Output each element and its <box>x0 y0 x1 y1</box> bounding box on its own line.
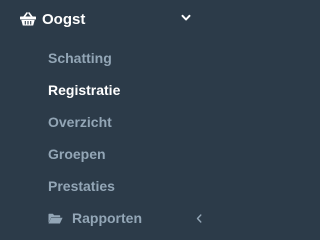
folder-open-icon <box>48 213 63 224</box>
menu-item-label: Registratie <box>48 82 121 98</box>
menu-item-registratie[interactable]: Registratie <box>0 75 212 105</box>
menu-item-label: Schatting <box>48 50 112 66</box>
menu-item-label: Groepen <box>48 146 106 162</box>
menu-item-schatting[interactable]: Schatting <box>0 43 212 73</box>
menu-item-prestaties[interactable]: Prestaties <box>0 171 212 201</box>
menu-group-oogst[interactable]: Oogst <box>0 0 212 38</box>
menu-item-rapporten[interactable]: Rapporten <box>0 203 212 233</box>
chevron-down-icon[interactable] <box>181 14 191 22</box>
basket-icon <box>20 12 36 26</box>
menu-item-label: Prestaties <box>48 178 115 194</box>
chevron-left-icon[interactable] <box>196 214 202 223</box>
menu-item-overzicht[interactable]: Overzicht <box>0 107 212 137</box>
menu-item-label: Rapporten <box>72 210 142 226</box>
menu-item-groepen[interactable]: Groepen <box>0 139 212 169</box>
menu-item-label: Overzicht <box>48 114 112 130</box>
sidebar-menu: Oogst Schatting Registratie Overzicht Gr… <box>0 0 212 239</box>
menu-group-title: Oogst <box>42 11 86 28</box>
